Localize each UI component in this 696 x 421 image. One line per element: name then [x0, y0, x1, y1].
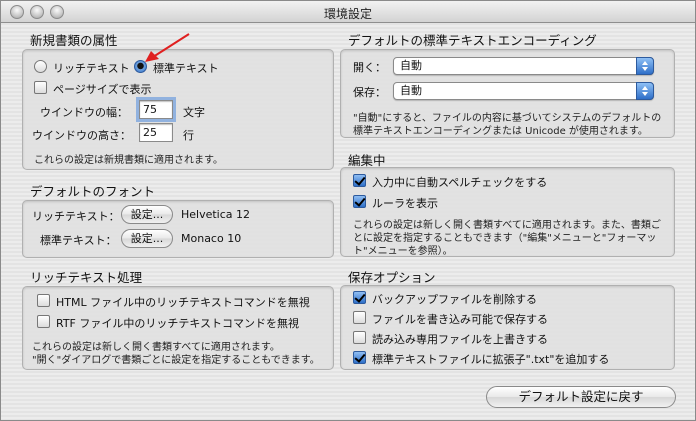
rich-font-label: リッチテキスト： [32, 210, 120, 223]
ignore-rtf-checkbox[interactable] [37, 315, 50, 328]
encoding-group: 開く： 自動 保存： 自動 "自動"にすると、ファイルの内容に基づいてシステムの… [340, 49, 675, 138]
new-doc-section-title: 新規書類の属性 [30, 33, 118, 48]
page-size-label[interactable]: ページサイズで表示 [53, 81, 151, 97]
save-encoding-popup[interactable]: 自動 [393, 82, 654, 100]
window-height-label: ウインドウの高さ： [32, 129, 131, 142]
window-height-unit: 行 [183, 129, 194, 142]
rich-processing-group: HTML ファイル中のリッチテキストコマンドを無視 RTF ファイル中のリッチテ… [22, 286, 334, 370]
save-encoding-value: 自動 [400, 84, 422, 97]
save-writable-checkbox[interactable] [353, 311, 366, 324]
overwrite-readonly-label[interactable]: 読み込み専用ファイルを上書きする [372, 331, 548, 347]
popup-arrows-icon [636, 82, 654, 100]
add-txt-extension-label[interactable]: 標準テキストファイルに拡張子".txt"を追加する [372, 351, 609, 367]
overwrite-readonly-checkbox[interactable] [353, 331, 366, 344]
window-title: 環境設定 [323, 7, 372, 21]
save-encoding-label: 保存： [353, 86, 386, 99]
ignore-rtf-label[interactable]: RTF ファイル中のリッチテキストコマンドを無視 [56, 315, 299, 331]
window-height-input[interactable]: 25 [139, 123, 173, 142]
save-options-group: バックアップファイルを削除する ファイルを書き込み可能で保存する 読み込み専用フ… [340, 285, 675, 370]
page-size-checkbox[interactable] [34, 81, 47, 94]
rich-processing-section-title: リッチテキスト処理 [30, 270, 143, 285]
save-options-section-title: 保存オプション [348, 270, 436, 285]
add-txt-extension-checkbox[interactable] [353, 351, 366, 364]
new-doc-note: これらの設定は新規書類に適用されます。 [34, 155, 223, 166]
encoding-section-title: デフォルトの標準テキストエンコーディング [348, 33, 597, 48]
spell-check-label[interactable]: 入力中に自動スペルチェックをする [372, 174, 547, 190]
annotation-arrow-icon [145, 33, 190, 62]
popup-arrows-icon [636, 57, 654, 75]
window-width-input[interactable]: 75 [136, 97, 176, 122]
rich-text-radio-label[interactable]: リッチテキスト [53, 60, 130, 76]
new-doc-group: リッチテキスト 標準テキスト ページサイズで表示 ウインドウの幅： 75 文字 … [22, 49, 334, 170]
ignore-html-label[interactable]: HTML ファイル中のリッチテキストコマンドを無視 [56, 294, 310, 310]
reset-defaults-button[interactable]: デフォルト設定に戻す [486, 386, 676, 408]
spell-check-checkbox[interactable] [353, 174, 366, 187]
rich-text-radio[interactable] [34, 60, 47, 73]
delete-backup-label[interactable]: バックアップファイルを削除する [372, 291, 537, 307]
encoding-note-2: 標準テキストエンコーディングまたは Unicode が使用されます。 [353, 126, 648, 137]
open-encoding-label: 開く： [353, 61, 386, 74]
fonts-group: リッチテキスト： 設定... Helvetica 12 標準テキスト： 設定..… [22, 200, 334, 258]
window-width-unit: 文字 [183, 106, 205, 119]
save-writable-label[interactable]: ファイルを書き込み可能で保存する [372, 311, 548, 327]
open-encoding-value: 自動 [400, 59, 422, 72]
preferences-window: 環境設定 新規書類の属性 リッチテキスト 標準テキスト ページサイズで表示 ウイ… [0, 0, 696, 421]
rich-processing-note-2: "開く"ダイアログで書類ごとに設定を指定することもできます。 [32, 355, 320, 366]
fonts-section-title: デフォルトのフォント [30, 184, 156, 199]
editing-group: 入力中に自動スペルチェックをする ルーラを表示 これらの設定は新しく開く書類すべ… [340, 167, 675, 257]
show-ruler-checkbox[interactable] [353, 195, 366, 208]
rich-font-set-button[interactable]: 設定... [121, 205, 173, 224]
plain-font-set-button[interactable]: 設定... [121, 229, 173, 248]
plain-font-label: 標準テキスト： [40, 234, 117, 247]
open-encoding-popup[interactable]: 自動 [393, 57, 654, 75]
ignore-html-checkbox[interactable] [37, 294, 50, 307]
plain-font-value: Monaco 10 [181, 232, 242, 245]
delete-backup-checkbox[interactable] [353, 291, 366, 304]
show-ruler-label[interactable]: ルーラを表示 [372, 195, 438, 211]
rich-font-value: Helvetica 12 [181, 208, 251, 221]
window-width-label: ウインドウの幅： [40, 106, 128, 119]
title-bar: 環境設定 [1, 1, 695, 23]
editing-note-3: ト"メニューを参照）。 [353, 246, 453, 257]
